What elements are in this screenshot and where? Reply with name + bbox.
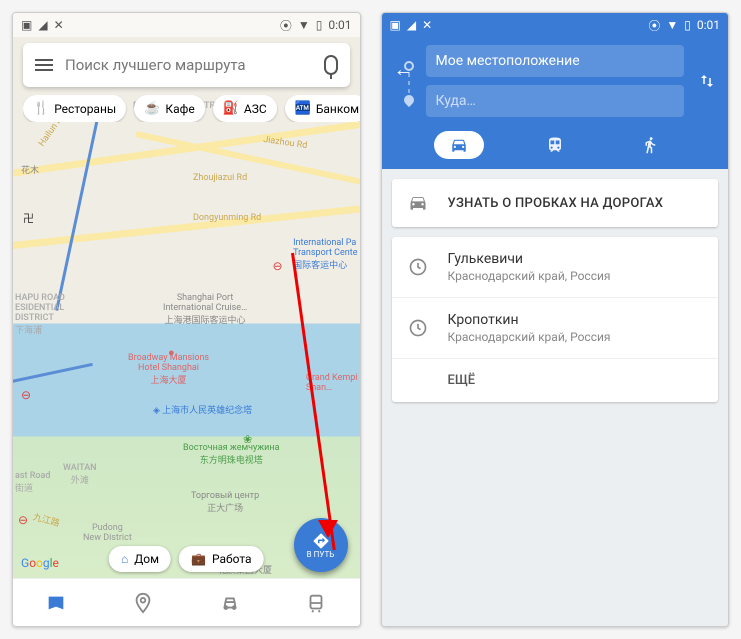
directions-header: ▣ ◢ ✕ ⦿ ▼ ▯ 0:01 ← Мое местоположение Ку…	[382, 13, 729, 169]
history-title: Гулькевичи	[448, 251, 703, 267]
briefcase-icon: 💼	[191, 552, 206, 566]
clock-text: 0:01	[697, 18, 720, 32]
bottom-nav	[13, 578, 360, 626]
microphone-icon[interactable]	[324, 55, 338, 75]
status-bar: ▣ ◢ ✕ ⦿ ▼ ▯ 0:01	[382, 13, 729, 37]
travel-modes	[382, 125, 729, 159]
road-label: 九江路	[32, 510, 61, 530]
clock-icon	[408, 318, 430, 338]
battery-saver-icon: ▣	[21, 18, 32, 32]
district-label: HAPU ROAD ESIDENTIAL DISTRICT 下海浦	[15, 293, 65, 336]
chip-atm[interactable]: 🏧Банком	[285, 95, 360, 122]
history-item[interactable]: Кропоткин Краснодарский край, Россия	[392, 298, 719, 359]
mode-driving[interactable]	[434, 131, 484, 159]
history-subtitle: Краснодарский край, Россия	[448, 330, 703, 344]
chip-restaurants[interactable]: 🍴Рестораны	[23, 95, 126, 122]
directions-body: УЗНАТЬ О ПРОБКАХ НА ДОРОГАХ Гулькевичи К…	[382, 169, 729, 626]
annotation-arrowhead	[318, 520, 338, 538]
signal-icon: ▼	[666, 18, 678, 32]
signal-icon: ◢	[38, 18, 47, 32]
district-label: ast Road 街道	[15, 471, 50, 494]
road-label: Zhoujiazui Rd	[193, 173, 247, 183]
search-placeholder: Поиск лучшего маршрута	[65, 56, 312, 74]
district-label: Pudong New District	[83, 523, 132, 543]
search-bar[interactable]: Поиск лучшего маршрута	[23, 43, 350, 87]
atm-icon: 🏧	[295, 101, 311, 116]
history-title: Кропоткин	[448, 312, 703, 328]
battery-icon: ▯	[316, 18, 323, 32]
swap-button[interactable]	[698, 69, 716, 93]
metro-icon: ⊖	[18, 513, 28, 527]
saved-places-chips: ⌂Дом 💼Работа	[109, 546, 264, 572]
home-icon: ⌂	[121, 552, 128, 566]
phone-maps-main: ▣ ◢ ✕ ⦿ ▼ ▯ 0:01 RESIDENTIAL DISTRICT嘉兴路…	[12, 12, 361, 627]
battery-saver-icon: ▣	[390, 18, 401, 32]
coffee-icon: ☕	[144, 101, 160, 116]
gas-pump-icon: ⛽	[223, 101, 239, 116]
signal-icon: ▼	[298, 18, 310, 32]
poi-label: Shanghai Port International Cruise… 上海港国…	[163, 293, 247, 326]
mode-transit[interactable]	[530, 131, 580, 159]
mode-walking[interactable]	[625, 131, 675, 159]
history-card: Гулькевичи Краснодарский край, Россия Кр…	[392, 237, 719, 402]
nav-explore[interactable]	[45, 592, 67, 614]
nav-saved[interactable]	[132, 592, 154, 614]
history-subtitle: Краснодарский край, Россия	[448, 269, 703, 283]
wifi-icon: ✕	[422, 18, 432, 32]
location-icon: ⦿	[648, 17, 660, 34]
metro-icon: ⊖	[272, 259, 282, 273]
wifi-icon: ✕	[54, 18, 64, 32]
poi-label: Grand Kempi Shan…	[306, 373, 358, 393]
poi-label: ◈ 上海市人民英雄纪念塔	[153, 403, 252, 416]
district-label: WAITAN 外滩	[63, 463, 97, 486]
map-label: 花木	[21, 163, 39, 176]
history-item[interactable]: Гулькевичи Краснодарский край, Россия	[392, 237, 719, 298]
car-icon	[408, 193, 430, 213]
metro-icon: ⊖	[21, 388, 31, 402]
nav-driving[interactable]	[219, 592, 241, 614]
chip-cafe[interactable]: ☕Кафе	[134, 95, 205, 122]
origin-input[interactable]: Мое местоположение	[426, 45, 685, 77]
traffic-card: УЗНАТЬ О ПРОБКАХ НА ДОРОГАХ	[392, 179, 719, 227]
status-bar: ▣ ◢ ✕ ⦿ ▼ ▯ 0:01	[13, 13, 360, 37]
poi-label: Восточная жемчужина 东方明珠电视塔	[183, 443, 279, 466]
fab-label: В ПУТЬ	[307, 550, 335, 559]
poi-tree-icon: ❀	[243, 433, 252, 446]
google-logo: Google	[21, 556, 59, 570]
poi-label: Торговый центр 正大广场	[191, 491, 259, 514]
hamburger-menu-icon[interactable]	[35, 59, 53, 71]
traffic-label: УЗНАТЬ О ПРОБКАХ НА ДОРОГАХ	[448, 196, 703, 211]
more-button[interactable]: ЕЩЁ	[392, 359, 719, 402]
nav-transit[interactable]	[305, 592, 327, 614]
fork-knife-icon: 🍴	[33, 101, 49, 116]
clock-text: 0:01	[328, 18, 351, 32]
traffic-info-button[interactable]: УЗНАТЬ О ПРОБКАХ НА ДОРОГАХ	[392, 179, 719, 227]
phone-directions: ▣ ◢ ✕ ⦿ ▼ ▯ 0:01 ← Мое местоположение Ку…	[381, 12, 730, 627]
destination-input[interactable]: Куда…	[426, 85, 685, 117]
signal-icon: ◢	[407, 18, 416, 32]
category-chips: 🍴Рестораны ☕Кафе ⛽АЗС 🏧Банком	[23, 95, 360, 122]
location-icon: ⦿	[280, 17, 292, 34]
poi-label: International Pa Transport Cente 国际客运中心	[293, 238, 357, 271]
map-label: 卍	[23, 210, 34, 226]
route-endpoints-graphic	[404, 61, 414, 105]
battery-icon: ▯	[684, 18, 691, 32]
road-label: Dongyunming Rd	[193, 213, 261, 223]
poi-dot-icon: ●	[168, 346, 175, 359]
chip-work[interactable]: 💼Работа	[179, 546, 264, 572]
road-label: Jiazhou Rd	[263, 135, 308, 151]
chip-home[interactable]: ⌂Дом	[109, 546, 171, 572]
chip-gas[interactable]: ⛽АЗС	[213, 95, 277, 122]
clock-icon	[408, 257, 430, 277]
